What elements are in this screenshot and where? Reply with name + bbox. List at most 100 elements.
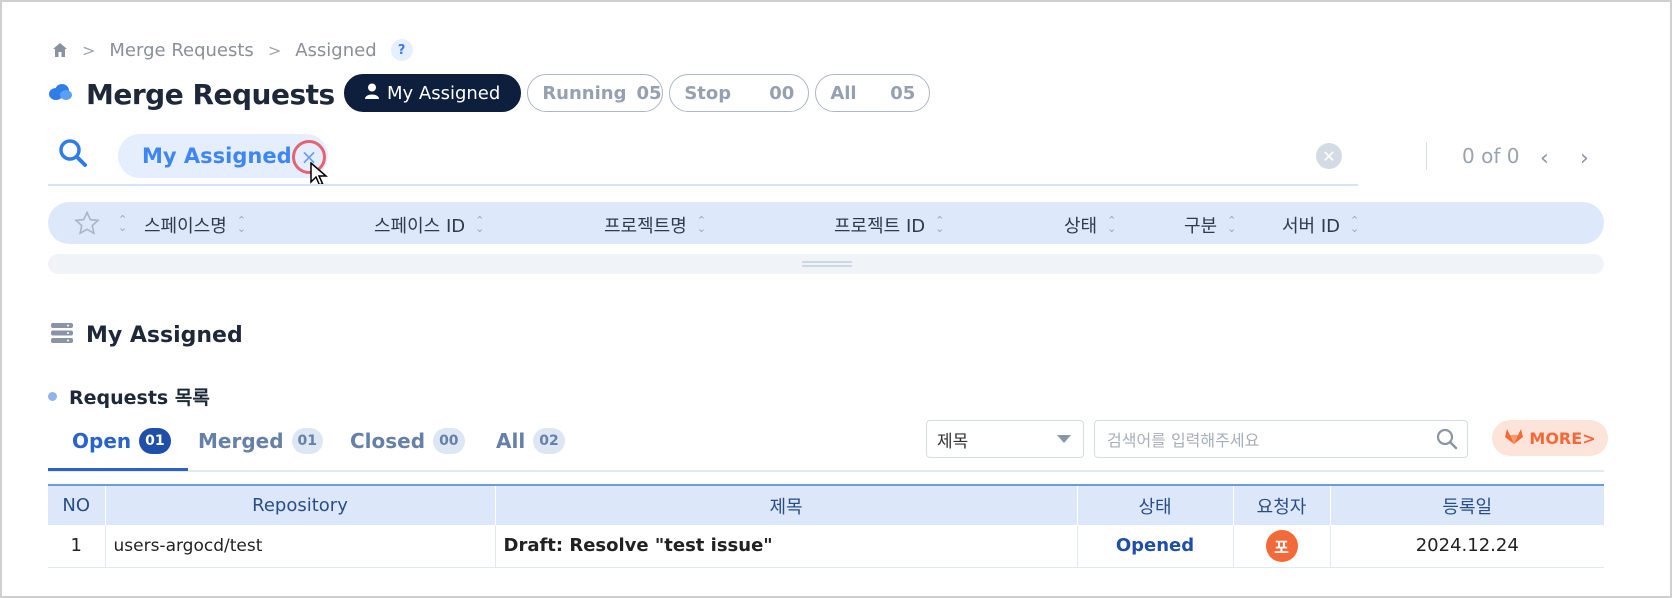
help-icon[interactable]: ? xyxy=(390,39,413,61)
sort-icon: ⌃ ⌄ xyxy=(236,214,247,235)
title-row: Merge Requests xyxy=(48,74,335,114)
pager-divider xyxy=(1426,142,1427,170)
search-icon[interactable] xyxy=(58,138,88,172)
home-icon[interactable] xyxy=(52,42,68,58)
table-row[interactable]: 1 users-argocd/test Draft: Resolve "test… xyxy=(48,525,1604,568)
user-icon xyxy=(365,83,379,104)
header-requester: 요청자 xyxy=(1233,484,1331,525)
tab-merged[interactable]: Merged 01 xyxy=(198,428,324,454)
chevron-right-icon: > xyxy=(267,40,282,60)
section-title: My Assigned xyxy=(50,322,243,348)
filter-running-button[interactable]: Running 05 xyxy=(527,74,664,112)
column-project-name[interactable]: 프로젝트명 ⌃ ⌄ xyxy=(604,212,706,238)
column-project-id[interactable]: 프로젝트 ID ⌃ ⌄ xyxy=(834,212,944,238)
tab-label: Closed xyxy=(350,429,426,453)
tab-label: Merged xyxy=(198,429,284,453)
column-label: 구분 xyxy=(1184,216,1218,237)
header-status: 상태 xyxy=(1077,484,1234,525)
column-label: 스페이스 ID xyxy=(374,216,466,237)
header-date: 등록일 xyxy=(1330,484,1604,525)
count-badge: 00 xyxy=(433,428,465,454)
search-input[interactable]: 검색어를 입력해주세요 xyxy=(1094,420,1468,458)
header-no: NO xyxy=(48,484,106,525)
search-icon[interactable] xyxy=(1435,427,1459,455)
count-badge: 01 xyxy=(139,428,171,454)
filter-running-label: Running xyxy=(542,82,627,104)
column-header: ⌃ ⌄ 스페이스명 ⌃ ⌄ 스페이스 ID ⌃ ⌄ 프로젝트명 ⌃ ⌄ 프로젝트 ID ⌃ ⌄ 상… xyxy=(48,202,1604,244)
status-filters: My Assigned Running 05 Stop 00 All 05 xyxy=(344,74,931,112)
breadcrumb-merge-requests[interactable]: Merge Requests xyxy=(109,40,253,61)
cell-status: Opened xyxy=(1077,525,1234,568)
filter-all-button[interactable]: All 05 xyxy=(815,74,931,112)
select-value: 제목 xyxy=(937,431,969,452)
chevron-left-icon[interactable]: ‹ xyxy=(1540,146,1549,171)
server-icon xyxy=(50,322,74,348)
mouse-cursor-icon xyxy=(310,161,329,192)
cell-date: 2024.12.24 xyxy=(1330,525,1604,568)
filter-stop-label: Stop xyxy=(684,82,732,104)
search-field-select[interactable]: 제목 xyxy=(926,420,1084,458)
requests-table: NO Repository 제목 상태 요청자 등록일 1 users-argo… xyxy=(48,484,1604,568)
sort-icon: ⌃ ⌄ xyxy=(1107,214,1117,235)
search-placeholder: 검색어를 입력해주세요 xyxy=(1107,431,1260,450)
header-repository: Repository xyxy=(105,484,496,525)
column-label: 프로젝트 ID xyxy=(834,216,926,237)
filter-stop-button[interactable]: Stop 00 xyxy=(669,74,810,112)
filter-running-count: 05 xyxy=(636,82,662,104)
sub-title-label: Requests 목록 xyxy=(69,387,210,409)
breadcrumb: > Merge Requests > Assigned ? xyxy=(52,38,413,62)
tab-all[interactable]: All 02 xyxy=(496,428,565,454)
table-header-row: NO Repository 제목 상태 요청자 등록일 xyxy=(48,484,1604,525)
clear-search-icon[interactable]: ✕ xyxy=(1316,143,1342,169)
cell-repository[interactable]: users-argocd/test xyxy=(105,525,496,568)
sort-icon[interactable]: ⌃ ⌄ xyxy=(118,214,127,233)
column-status[interactable]: 상태 ⌃ ⌄ xyxy=(1064,212,1116,238)
tab-label: All xyxy=(496,429,526,453)
tab-label: Open xyxy=(72,429,132,453)
sort-icon: ⌃ ⌄ xyxy=(935,214,945,235)
cloud-icon xyxy=(48,83,72,105)
star-icon[interactable] xyxy=(74,210,100,239)
section-title-label: My Assigned xyxy=(86,322,243,348)
column-label: 스페이스명 xyxy=(144,216,227,237)
filter-all-label: All xyxy=(830,82,857,104)
tab-closed[interactable]: Closed 00 xyxy=(350,428,465,454)
filter-my-assigned-button[interactable]: My Assigned xyxy=(344,74,522,112)
cell-title[interactable]: Draft: Resolve "test issue" xyxy=(495,525,1078,568)
filter-chip-label: My Assigned xyxy=(142,144,292,168)
more-label: MORE xyxy=(1529,428,1583,448)
column-label: 프로젝트명 xyxy=(604,216,687,237)
count-badge: 01 xyxy=(291,428,324,454)
tab-open[interactable]: Open 01 xyxy=(72,428,171,454)
column-server-id[interactable]: 서버 ID ⌃ ⌄ xyxy=(1282,212,1359,238)
resize-bar[interactable] xyxy=(48,254,1604,274)
drag-handle-icon[interactable] xyxy=(802,261,852,267)
chevron-right-icon[interactable]: › xyxy=(1580,146,1589,171)
active-tab-indicator xyxy=(48,468,188,471)
filter-all-count: 05 xyxy=(890,82,916,104)
column-label: 상태 xyxy=(1064,216,1098,237)
header-title: 제목 xyxy=(495,484,1078,525)
count-badge: 02 xyxy=(533,428,565,454)
avatar: 포 xyxy=(1265,529,1298,562)
breadcrumb-assigned[interactable]: Assigned xyxy=(295,40,376,61)
more-button[interactable]: MORE > xyxy=(1492,420,1608,456)
chevron-right-icon: > xyxy=(82,40,96,60)
pager-count: 0 of 0 xyxy=(1462,144,1520,168)
column-type[interactable]: 구분 ⌃ ⌄ xyxy=(1184,212,1236,238)
column-space-name[interactable]: 스페이스명 ⌃ ⌄ xyxy=(144,212,246,238)
caret-down-icon xyxy=(1057,435,1071,443)
filter-stop-count: 00 xyxy=(769,82,795,104)
cell-no: 1 xyxy=(48,525,106,568)
sort-icon: ⌃ ⌄ xyxy=(475,214,485,235)
column-label: 서버 ID xyxy=(1282,216,1341,237)
column-space-id[interactable]: 스페이스 ID ⌃ ⌄ xyxy=(374,212,484,238)
filter-my-assigned-label: My Assigned xyxy=(387,82,501,104)
sub-title: Requests 목록 xyxy=(48,383,210,410)
bullet-icon xyxy=(48,392,57,401)
chevron-right-icon: > xyxy=(1582,428,1596,448)
filter-chip: My Assigned × xyxy=(118,134,328,178)
sort-icon: ⌃ ⌄ xyxy=(1350,214,1360,235)
sort-icon: ⌃ ⌄ xyxy=(1227,214,1237,235)
page-title: Merge Requests xyxy=(86,77,335,111)
